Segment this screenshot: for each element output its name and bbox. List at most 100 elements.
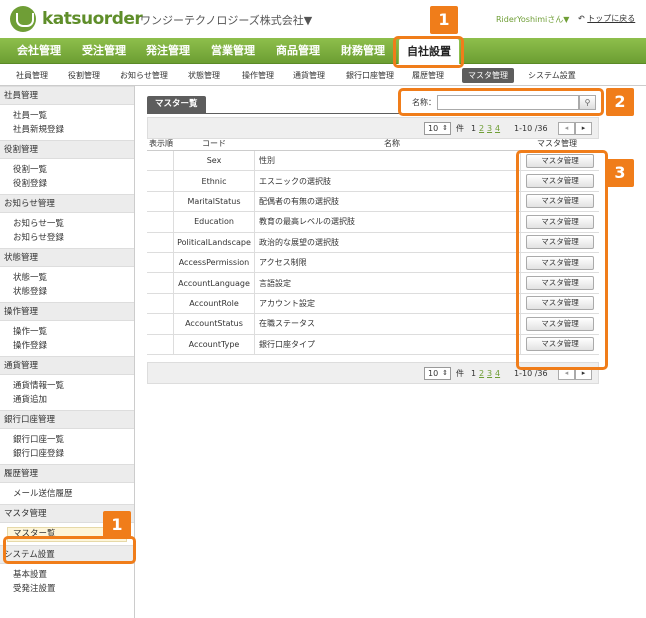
prev-page-button[interactable]: ◂ — [558, 122, 575, 135]
col-master: マスタ管理 — [537, 139, 577, 148]
back-to-top-label: トップに戻る — [587, 14, 636, 23]
row-code: AccountLanguage — [174, 273, 255, 293]
row-name: 性別 — [255, 151, 521, 171]
col-name: 名称 — [384, 139, 400, 148]
sub-nav-bank[interactable]: 銀行口座管理 — [346, 68, 394, 83]
row-name: エスニックの選択肢 — [255, 171, 521, 191]
callout-number-3: 3 — [606, 159, 634, 187]
back-to-top-link[interactable]: ↶ トップに戻る — [578, 13, 635, 24]
callout-number-1-sidebar: 1 — [103, 511, 131, 539]
row-order-cell — [147, 293, 174, 314]
highlight-master-buttons — [516, 150, 608, 370]
logo[interactable]: katsuorder — [10, 6, 143, 32]
row-order-cell — [147, 232, 174, 252]
select-arrows-icon: ⇕ — [442, 124, 448, 132]
page-3-link[interactable]: 3 — [487, 122, 492, 135]
page-1: 1 — [471, 369, 477, 378]
main-nav-purchase[interactable]: 発注管理 — [146, 38, 190, 64]
main-nav-company[interactable]: 会社管理 — [17, 38, 61, 64]
per-page-unit: 件 — [456, 369, 464, 378]
sidebar-link-operation-list[interactable]: 操作一覧 — [13, 325, 134, 339]
sidebar-link-status-list[interactable]: 状態一覧 — [13, 271, 134, 285]
row-name: 言語設定 — [255, 273, 521, 293]
sub-nav-master[interactable]: マスタ管理 — [462, 68, 514, 83]
row-name: アカウント設定 — [255, 293, 521, 314]
sub-nav-currency[interactable]: 通貨管理 — [293, 68, 325, 83]
sidebar-link-staff-new[interactable]: 社員新規登録 — [13, 123, 134, 137]
row-code: AccountType — [174, 334, 255, 354]
col-order: 表示順 — [149, 139, 173, 148]
logo-text: katsuorder — [42, 9, 143, 29]
row-code: Sex — [174, 151, 255, 171]
sub-nav-system[interactable]: システム設置 — [528, 68, 576, 83]
sidebar-link-order-settings[interactable]: 受発注設置 — [13, 582, 134, 596]
highlight-settings-tab — [393, 36, 464, 68]
main-nav-products[interactable]: 商品管理 — [276, 38, 320, 64]
sidebar-link-bank-new[interactable]: 銀行口座登録 — [13, 447, 134, 461]
sub-nav-roles[interactable]: 役割管理 — [68, 68, 100, 83]
sidebar-head-bank: 銀行口座管理 — [0, 410, 134, 429]
logo-icon — [10, 6, 36, 32]
sub-nav-operations[interactable]: 操作管理 — [242, 68, 274, 83]
page-range: 1-10 /36 — [514, 124, 548, 133]
highlight-search — [398, 88, 604, 116]
panel-tab-master-list[interactable]: マスター覧 — [147, 96, 206, 113]
row-code: AccountStatus — [174, 314, 255, 334]
row-code: MaritalStatus — [174, 191, 255, 212]
main-nav-finance[interactable]: 財務管理 — [341, 38, 385, 64]
sub-nav-notices[interactable]: お知らせ管理 — [120, 68, 168, 83]
sidebar-head-notices: お知らせ管理 — [0, 194, 134, 213]
sidebar-link-status-new[interactable]: 状態登録 — [13, 285, 134, 299]
highlight-sidebar-master-list — [3, 536, 136, 564]
row-code: Ethnic — [174, 171, 255, 191]
sidebar-link-notice-list[interactable]: お知らせ一覧 — [13, 217, 134, 231]
col-code: コード — [202, 139, 226, 148]
per-page-value: 10 — [428, 369, 439, 378]
row-code: AccountRole — [174, 293, 255, 314]
row-name: 政治的な展望の選択肢 — [255, 232, 521, 252]
sub-nav-history[interactable]: 履歴管理 — [412, 68, 444, 83]
header: katsuorder ワンジーテクノロジーズ株式会社▼ RiderYoshimi… — [0, 0, 646, 38]
sidebar-link-notice-new[interactable]: お知らせ登録 — [13, 231, 134, 245]
row-code: Education — [174, 212, 255, 232]
sidebar-link-basic-settings[interactable]: 基本設置 — [13, 568, 134, 582]
sidebar-link-currency-add[interactable]: 通貨追加 — [13, 393, 134, 407]
sidebar-link-bank-list[interactable]: 銀行口座一覧 — [13, 433, 134, 447]
row-order-cell — [147, 171, 174, 191]
sidebar-link-currency-list[interactable]: 通貨情報一覧 — [13, 379, 134, 393]
row-code: PoliticalLandscape — [174, 232, 255, 252]
next-page-button[interactable]: ▸ — [575, 122, 592, 135]
row-name: 在職ステータス — [255, 314, 521, 334]
user-menu[interactable]: RiderYoshimiさん▼ — [496, 14, 569, 25]
page-4-link[interactable]: 4 — [495, 367, 500, 380]
page-3-link[interactable]: 3 — [487, 367, 492, 380]
sidebar-head-history: 履歴管理 — [0, 464, 134, 483]
company-selector[interactable]: ワンジーテクノロジーズ株式会社▼ — [140, 12, 312, 28]
row-name: 配偶者の有無の選択肢 — [255, 191, 521, 212]
page-2-link[interactable]: 2 — [479, 367, 484, 380]
row-order-cell — [147, 191, 174, 212]
main-nav-orders[interactable]: 受注管理 — [82, 38, 126, 64]
sidebar-link-role-new[interactable]: 役割登録 — [13, 177, 134, 191]
sub-nav: 社員管理 役割管理 お知らせ管理 状態管理 操作管理 通貨管理 銀行口座管理 履… — [0, 64, 646, 86]
sidebar-link-staff-list[interactable]: 社員一覧 — [13, 109, 134, 123]
sub-nav-status[interactable]: 状態管理 — [188, 68, 220, 83]
sidebar-link-role-list[interactable]: 役割一覧 — [13, 163, 134, 177]
page-4-link[interactable]: 4 — [495, 122, 500, 135]
row-code: AccessPermission — [174, 252, 255, 273]
callout-number-1: 1 — [430, 6, 458, 34]
main-nav-sales[interactable]: 営業管理 — [211, 38, 255, 64]
row-name: アクセス制限 — [255, 252, 521, 273]
sub-nav-staff[interactable]: 社員管理 — [16, 68, 48, 83]
per-page-unit: 件 — [456, 124, 464, 133]
sidebar-link-mail-history[interactable]: メール送信履歴 — [13, 487, 134, 501]
page-1: 1 — [471, 124, 477, 133]
sidebar-link-operation-new[interactable]: 操作登録 — [13, 339, 134, 353]
row-name: 銀行口座タイプ — [255, 334, 521, 354]
page-2-link[interactable]: 2 — [479, 122, 484, 135]
per-page-select[interactable]: 10 ⇕ — [424, 122, 451, 135]
return-arrow-icon: ↶ — [578, 14, 585, 23]
row-order-cell — [147, 273, 174, 293]
sidebar-head-status: 状態管理 — [0, 248, 134, 267]
per-page-select[interactable]: 10 ⇕ — [424, 367, 451, 380]
